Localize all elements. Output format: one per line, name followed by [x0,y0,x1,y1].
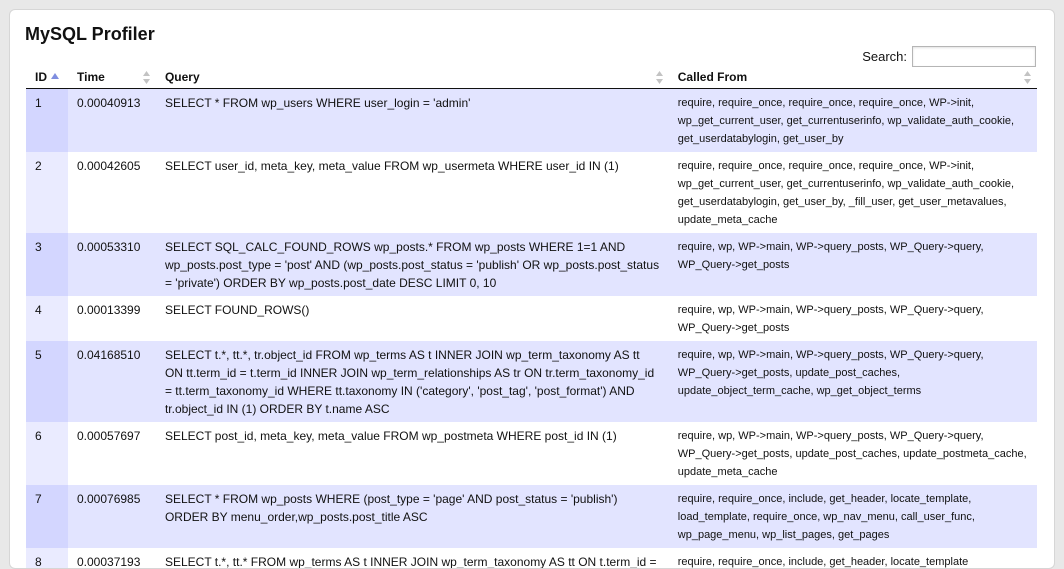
table-header-row: ID Time Query Called From [26,66,1037,89]
cell-id: 6 [26,422,68,485]
cell-time: 0.00076985 [68,485,156,548]
column-header-label: Called From [677,70,748,84]
cell-called-from: require, wp, WP->main, WP->query_posts, … [668,233,1037,296]
search-input[interactable] [912,46,1036,67]
column-header-query[interactable]: Query [155,66,669,89]
cell-query: SELECT post_id, meta_key, meta_value FRO… [155,422,669,485]
cell-query: SELECT SQL_CALC_FOUND_ROWS wp_posts.* FR… [155,233,669,296]
table-row: 5 0.04168510 SELECT t.*, tt.*, tr.object… [26,341,1037,422]
cell-time: 0.00042605 [68,152,156,233]
cell-id: 3 [26,233,68,296]
table-row: 8 0.00037193 SELECT t.*, tt.* FROM wp_te… [26,548,1037,568]
cell-time: 0.00013399 [68,296,156,341]
table-row: 2 0.00042605 SELECT user_id, meta_key, m… [26,152,1037,233]
search-label: Search: [862,49,907,64]
table-row: 7 0.00076985 SELECT * FROM wp_posts WHER… [26,485,1037,548]
cell-query: SELECT t.*, tt.*, tr.object_id FROM wp_t… [155,341,669,422]
cell-called-from: require, require_once, require_once, req… [668,152,1037,233]
sort-both-icon [655,71,663,84]
column-header-time[interactable]: Time [68,66,156,89]
page-title: MySQL Profiler [25,24,155,44]
table-row: 1 0.00040913 SELECT * FROM wp_users WHER… [26,88,1037,152]
cell-id: 1 [26,88,68,152]
cell-time: 0.04168510 [68,341,156,422]
cell-query: SELECT * FROM wp_posts WHERE (post_type … [155,485,669,548]
cell-id: 7 [26,485,68,548]
cell-id: 4 [26,296,68,341]
cell-called-from: require, require_once, require_once, req… [668,88,1037,152]
profiler-panel: MySQL Profiler Search: ID Time Query Cal… [9,9,1055,569]
cell-called-from: require, wp, WP->main, WP->query_posts, … [668,296,1037,341]
cell-time: 0.00057697 [68,422,156,485]
cell-called-from: require, wp, WP->main, WP->query_posts, … [668,341,1037,422]
cell-query: SELECT * FROM wp_users WHERE user_login … [155,88,669,152]
cell-time: 0.00053310 [68,233,156,296]
sort-both-icon [1024,71,1031,84]
cell-query: SELECT t.*, tt.* FROM wp_terms AS t INNE… [155,548,669,568]
cell-query: SELECT FOUND_ROWS() [155,296,669,341]
cell-time: 0.00037193 [68,548,156,568]
table-row: 3 0.00053310 SELECT SQL_CALC_FOUND_ROWS … [26,233,1037,296]
cell-query: SELECT user_id, meta_key, meta_value FRO… [155,152,669,233]
profiler-table: ID Time Query Called From 1 0.00040913 S… [26,66,1037,568]
search-box: Search: [862,46,1036,67]
column-header-id[interactable]: ID [26,66,68,89]
cell-called-from: require, wp, WP->main, WP->query_posts, … [668,422,1037,485]
sort-both-icon [142,71,150,84]
cell-id: 2 [26,152,68,233]
table-row: 6 0.00057697 SELECT post_id, meta_key, m… [26,422,1037,485]
cell-called-from: require, require_once, include, get_head… [668,548,1037,568]
cell-called-from: require, require_once, include, get_head… [668,485,1037,548]
cell-id: 8 [26,548,68,568]
column-header-label: Time [77,70,105,84]
sort-ascending-icon [51,73,59,79]
cell-id: 5 [26,341,68,422]
column-header-label: ID [35,70,47,84]
table-row: 4 0.00013399 SELECT FOUND_ROWS() require… [26,296,1037,341]
cell-time: 0.00040913 [68,88,156,152]
column-header-called-from[interactable]: Called From [668,66,1037,89]
column-header-label: Query [164,70,200,84]
